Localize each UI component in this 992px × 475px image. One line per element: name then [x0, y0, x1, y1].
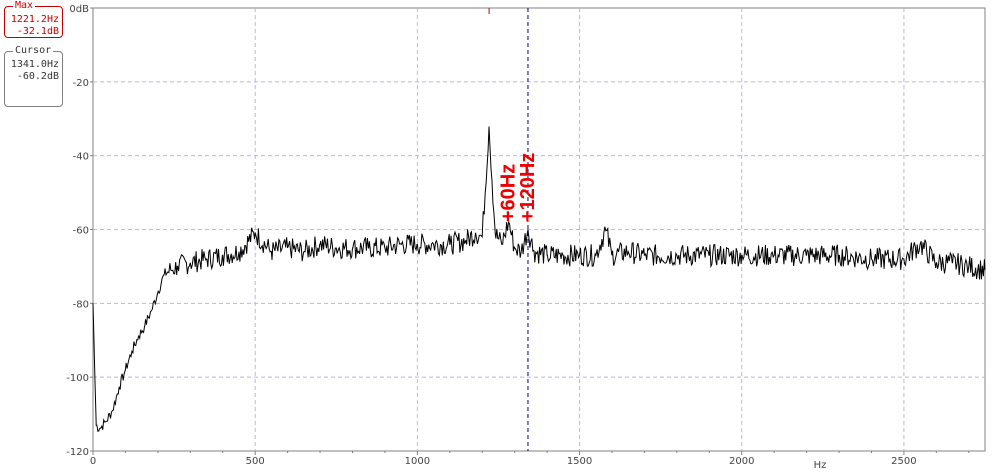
y-tick-label: -20: [73, 78, 89, 89]
x-tick-label: 1000: [405, 456, 430, 467]
x-tick-label: 2000: [729, 456, 754, 467]
x-tick-label: 2500: [891, 456, 916, 467]
y-tick-label: 0dB: [69, 4, 89, 15]
x-tick-label: 1500: [567, 456, 592, 467]
x-tick-label: 500: [246, 456, 265, 467]
y-tick-label: -100: [66, 373, 89, 384]
x-tick-label: 0: [90, 456, 96, 467]
y-tick-label: -80: [73, 299, 89, 310]
harmonic-annotation: +120Hz: [517, 153, 539, 223]
spectrum-chart[interactable]: 0dB -20 -40 -60 -80 -100 -1200 500 1000 1500 2000 2…: [0, 0, 992, 475]
x-axis-label: Hz: [814, 460, 827, 471]
y-tick-label: -40: [73, 152, 89, 163]
y-tick-label: -60: [73, 226, 89, 237]
y-tick-label: -120: [66, 447, 89, 458]
